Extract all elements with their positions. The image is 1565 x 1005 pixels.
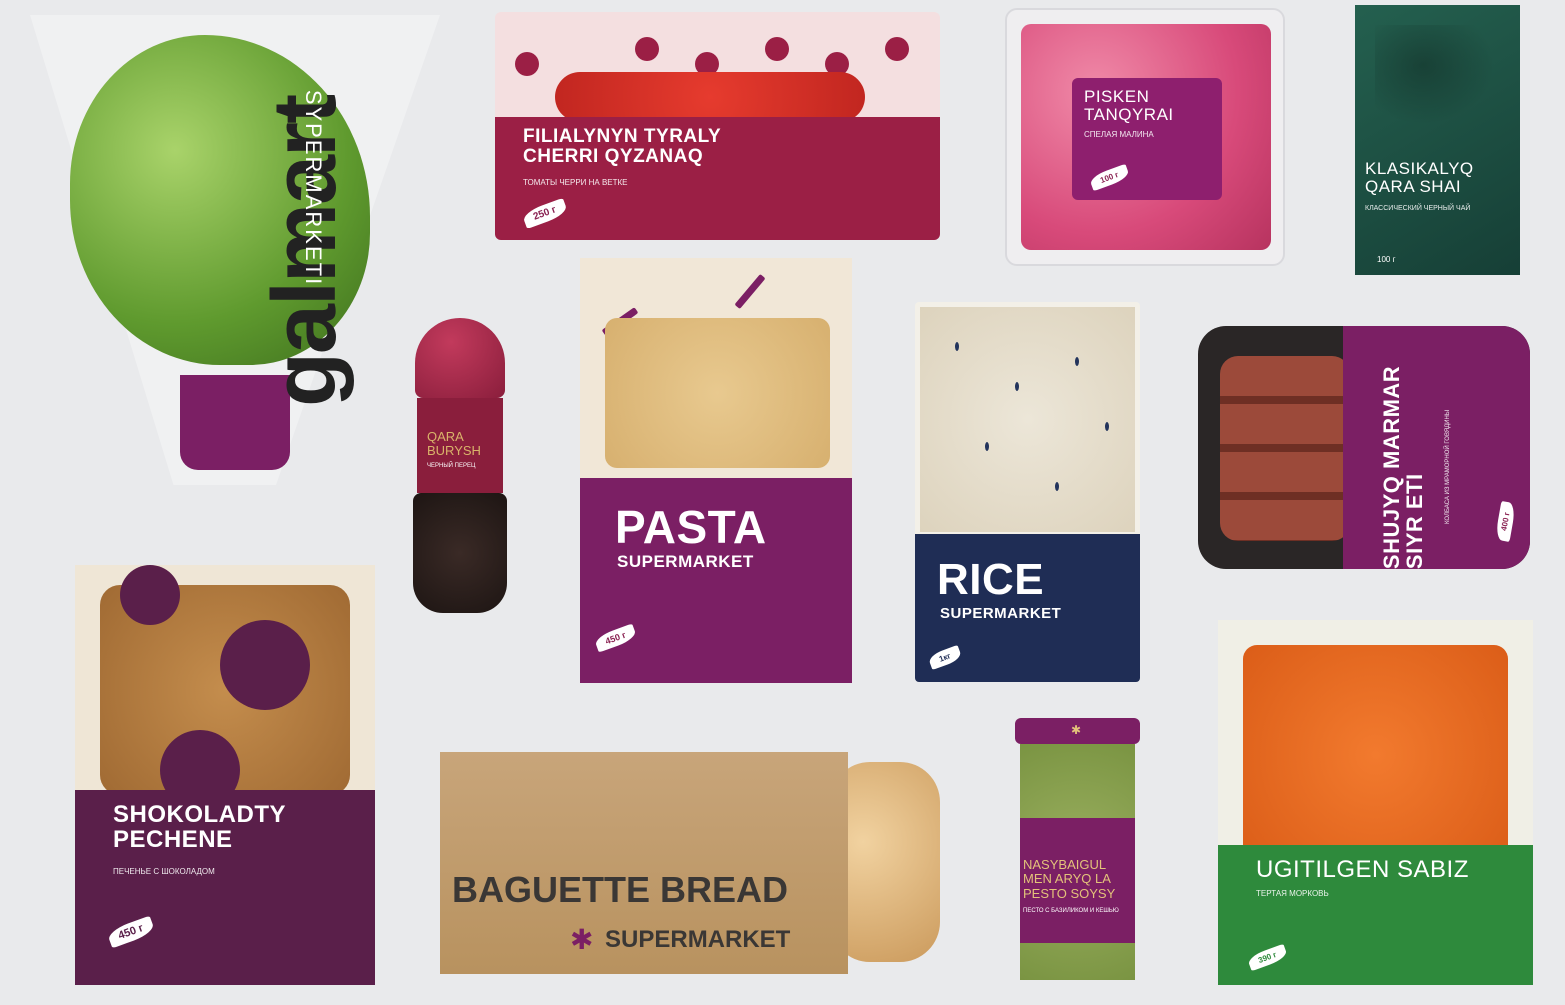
rice-bag: RICE SUPERMARKET 1кг — [915, 302, 1140, 682]
pepper-grinder: QARA BURYSH ЧЕРНЫЙ ПЕРЕЦ — [405, 318, 515, 618]
grain-mark — [1055, 482, 1059, 491]
tea-box: KLASIKALYQ QARA SHAI КЛАССИЧЕСКИЙ ЧЕРНЫЙ… — [1355, 5, 1520, 275]
sausage-tray: SHUJYQ MARMAR SIYR ETI КОЛБАСА ИЗ МРАМОР… — [1198, 326, 1530, 569]
pattern-dot — [120, 565, 180, 625]
product-title: QARA BURYSH — [427, 429, 481, 458]
peppercorns — [413, 493, 507, 613]
product-subtitle: ПЕСТО С БАЗИЛИКОМ И КЕШЬЮ — [1023, 908, 1119, 914]
product-title: SHUJYQ MARMAR SIYR ETI — [1378, 365, 1427, 569]
product-title: UGITILGEN SABIZ — [1256, 856, 1469, 883]
pesto-jar: ✱ NASYBAIGUL MEN ARYQ LA PESTO SOYSY ПЕС… — [1015, 718, 1140, 980]
product-title: PASTA — [615, 501, 767, 553]
pattern-dot — [765, 37, 789, 61]
product-subtitle: ЧЕРНЫЙ ПЕРЕЦ — [427, 463, 476, 469]
product-subtitle: КОЛБАСА ИЗ МРАМОРНОЙ ГОВЯДИНЫ — [1445, 409, 1451, 524]
product-subtitle: ТЕРТАЯ МОРКОВЬ — [1256, 889, 1329, 898]
grain-mark — [955, 342, 959, 351]
product-title: KLASIKALYQ QARA SHAI — [1365, 159, 1474, 196]
product-subtitle: КЛАССИЧЕСКИЙ ЧЕРНЫЙ ЧАЙ — [1365, 205, 1471, 212]
star-logo-icon: ✱ — [570, 924, 594, 955]
leaf-pattern — [1375, 25, 1495, 125]
brand-name: SUPERMARKET — [940, 605, 1062, 622]
lettuce-package: galmart SYPERMARKETI — [30, 15, 440, 485]
grinder-cap — [415, 318, 505, 398]
product-title: SHOKOLADTY PECHENE — [113, 801, 286, 854]
carrots-visible — [1243, 645, 1508, 865]
product-subtitle: ПЕЧЕНЬЕ С ШОКОЛАДОМ — [113, 867, 215, 876]
rice-visible — [920, 307, 1135, 532]
raspberry-container: PISKEN TANQYRAI СПЕЛАЯ МАЛИНА 100 г — [1005, 8, 1285, 266]
product-title: NASYBAIGUL MEN ARYQ LA PESTO SOYSY — [1023, 857, 1116, 901]
brand-name: SUPERMARKET — [605, 926, 791, 953]
product-subtitle: ТОМАТЫ ЧЕРРИ НА ВЕТКЕ — [523, 178, 628, 187]
grain-mark — [1075, 357, 1079, 366]
product-title: FILIALYNYN TYRALY CHERRI QYZANAQ — [523, 126, 721, 167]
product-title: RICE — [937, 555, 1045, 604]
brand-tagline: SYPERMARKETI — [301, 89, 327, 287]
grain-mark — [1105, 422, 1109, 431]
pattern-dot — [220, 620, 310, 710]
pattern-dot — [515, 52, 539, 76]
product-title: PISKEN TANQYRAI — [1084, 87, 1174, 124]
sausages — [1220, 356, 1350, 541]
weight-label: 100 г — [1377, 255, 1396, 264]
product-subtitle: СПЕЛАЯ МАЛИНА — [1084, 130, 1154, 139]
tomatoes-visible — [555, 72, 865, 122]
pasta-bag: PASTA SUPERMARKET 450 г — [580, 258, 852, 683]
tomato-package: FILIALYNYN TYRALY CHERRI QYZANAQ ТОМАТЫ … — [495, 12, 940, 240]
product-title: BAGUETTE BREAD — [452, 869, 789, 910]
pattern-dot — [635, 37, 659, 61]
pattern-dot — [885, 37, 909, 61]
grain-mark — [985, 442, 989, 451]
star-logo-icon: ✱ — [1071, 723, 1082, 737]
pattern-stroke — [734, 273, 766, 310]
cookie-bag: SHOKOLADTY PECHENE ПЕЧЕНЬЕ С ШОКОЛАДОМ 4… — [75, 565, 375, 985]
baguette-bag: BAGUETTE BREAD ✱ SUPERMARKET — [440, 752, 945, 974]
brand-name: SUPERMARKET — [617, 552, 754, 571]
grain-mark — [1015, 382, 1019, 391]
penne-visible — [605, 318, 830, 468]
carrot-bag: UGITILGEN SABIZ ТЕРТАЯ МОРКОВЬ 390 г — [1218, 620, 1533, 985]
